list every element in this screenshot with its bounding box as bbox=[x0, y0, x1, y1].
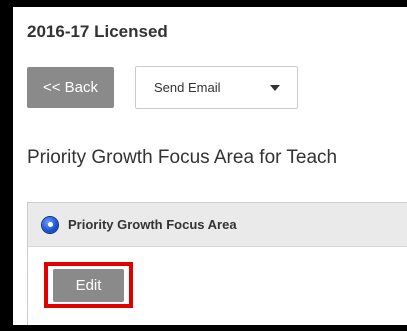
send-email-label: Send Email bbox=[154, 80, 221, 95]
send-email-dropdown[interactable]: Send Email bbox=[135, 66, 298, 109]
page-title: 2016-17 Licensed bbox=[27, 22, 168, 41]
caret-down-icon bbox=[270, 84, 280, 91]
panel-header[interactable]: Priority Growth Focus Area bbox=[28, 203, 407, 247]
content-frame: 2016-17 Licensed << Back Send Email Prio… bbox=[13, 7, 407, 325]
edit-button[interactable]: Edit bbox=[53, 268, 124, 302]
section-heading: Priority Growth Focus Area for Teach bbox=[27, 147, 338, 168]
focus-area-panel: Priority Growth Focus Area Edit bbox=[27, 202, 407, 325]
panel-title: Priority Growth Focus Area bbox=[68, 217, 237, 232]
radio-circle-icon bbox=[42, 216, 58, 233]
edit-highlight-box: Edit bbox=[44, 262, 133, 308]
back-button[interactable]: << Back bbox=[27, 67, 114, 108]
